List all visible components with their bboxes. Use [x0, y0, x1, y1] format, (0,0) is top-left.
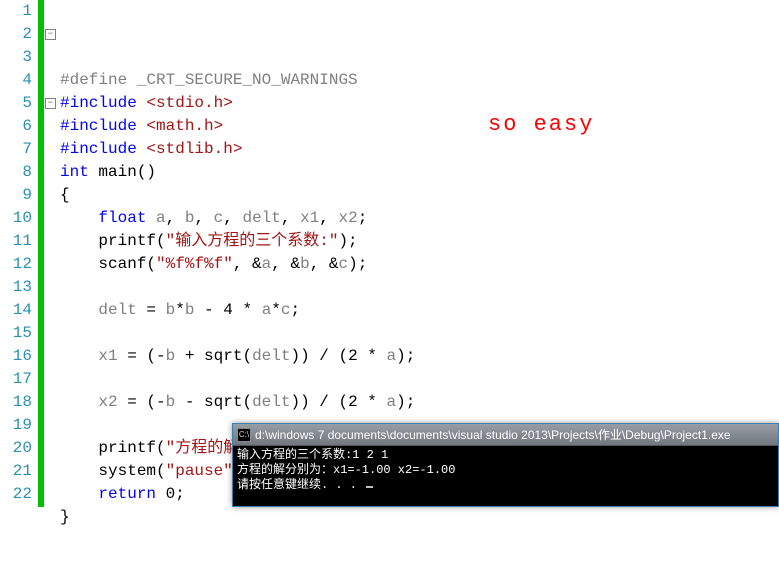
line-number: 10	[0, 207, 32, 230]
code-line[interactable]: #include <stdio.h>	[60, 92, 779, 115]
line-number: 12	[0, 253, 32, 276]
fold-toggle[interactable]: −	[45, 29, 56, 40]
code-line[interactable]	[60, 552, 779, 575]
console-title: d:\windows 7 documents\documents\visual …	[255, 426, 731, 443]
line-number: 19	[0, 414, 32, 437]
line-number: 8	[0, 161, 32, 184]
code-line[interactable]: }	[60, 506, 779, 529]
code-line[interactable]	[60, 368, 779, 391]
line-number: 7	[0, 138, 32, 161]
code-line[interactable]	[60, 276, 779, 299]
console-cursor	[366, 486, 373, 488]
code-line[interactable]: int main()	[60, 161, 779, 184]
line-number: 21	[0, 460, 32, 483]
code-line[interactable]: x2 = (-b - sqrt(delt)) / (2 * a);	[60, 391, 779, 414]
line-number-gutter: 12345678910111213141516171819202122	[0, 0, 38, 507]
console-app-icon: C:\	[237, 428, 251, 442]
line-number: 16	[0, 345, 32, 368]
console-titlebar[interactable]: C:\ d:\windows 7 documents\documents\vis…	[233, 424, 778, 446]
line-number: 18	[0, 391, 32, 414]
line-number: 9	[0, 184, 32, 207]
console-output: 输入方程的三个系数:1 2 1方程的解分别为：x1=-1.00 x2=-1.00…	[233, 446, 778, 495]
code-line[interactable]: #include <math.h>	[60, 115, 779, 138]
fold-gutter: −−	[44, 0, 58, 507]
console-line: 输入方程的三个系数:1 2 1	[237, 448, 774, 463]
code-line[interactable]: printf("输入方程的三个系数:");	[60, 230, 779, 253]
console-window[interactable]: C:\ d:\windows 7 documents\documents\vis…	[232, 423, 779, 507]
line-number: 20	[0, 437, 32, 460]
code-line[interactable]: #define _CRT_SECURE_NO_WARNINGS	[60, 69, 779, 92]
code-line[interactable]	[60, 322, 779, 345]
line-number: 22	[0, 483, 32, 506]
code-line[interactable]	[60, 529, 779, 552]
line-number: 2	[0, 23, 32, 46]
console-line: 请按任意键继续. . .	[237, 478, 774, 493]
line-number: 4	[0, 69, 32, 92]
console-line: 方程的解分别为：x1=-1.00 x2=-1.00	[237, 463, 774, 478]
annotation-text: so easy	[488, 113, 594, 136]
line-number: 5	[0, 92, 32, 115]
line-number: 1	[0, 0, 32, 23]
line-number: 17	[0, 368, 32, 391]
fold-toggle[interactable]: −	[45, 98, 56, 109]
code-line[interactable]: #include <stdlib.h>	[60, 138, 779, 161]
code-line[interactable]: scanf("%f%f%f", &a, &b, &c);	[60, 253, 779, 276]
line-number: 6	[0, 115, 32, 138]
code-line[interactable]: x1 = (-b + sqrt(delt)) / (2 * a);	[60, 345, 779, 368]
code-line[interactable]: {	[60, 184, 779, 207]
code-line[interactable]: delt = b*b - 4 * a*c;	[60, 299, 779, 322]
line-number: 3	[0, 46, 32, 69]
line-number: 13	[0, 276, 32, 299]
line-number: 14	[0, 299, 32, 322]
line-number: 15	[0, 322, 32, 345]
code-line[interactable]: float a, b, c, delt, x1, x2;	[60, 207, 779, 230]
line-number: 11	[0, 230, 32, 253]
